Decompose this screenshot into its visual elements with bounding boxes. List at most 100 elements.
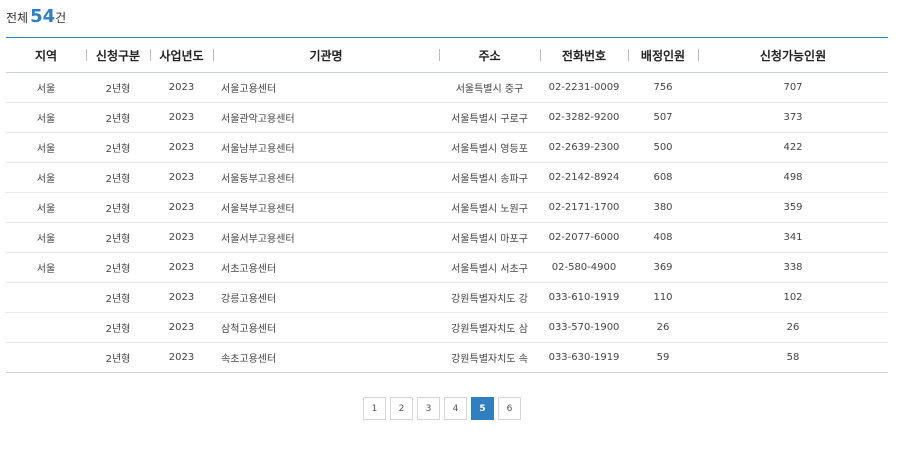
cell-assigned: 756 <box>628 72 698 103</box>
cell-type: 2년형 <box>86 192 150 223</box>
col-header-type: 신청구분 <box>86 38 150 73</box>
cell-type: 2년형 <box>86 162 150 193</box>
cell-region: 서울 <box>6 252 86 283</box>
cell-assigned: 507 <box>628 102 698 133</box>
page-button-4[interactable]: 4 <box>444 397 467 420</box>
cell-region <box>6 282 86 313</box>
results-table: 지역 신청구분 사업년도 기관명 주소 전화번호 배정인원 신청가능인원 서울 … <box>6 37 888 373</box>
cell-phone: 02-2077-6000 <box>540 222 628 253</box>
cell-institution: 서울동부고용센터 <box>213 162 439 193</box>
cell-institution: 삼척고용센터 <box>213 312 439 343</box>
cell-phone: 033-570-1900 <box>540 312 628 343</box>
col-header-year: 사업년도 <box>150 38 213 73</box>
cell-address: 서울특별시 서초구 <box>439 252 540 283</box>
col-header-institution: 기관명 <box>213 38 439 73</box>
cell-institution: 서초고용센터 <box>213 252 439 283</box>
cell-type: 2년형 <box>86 252 150 283</box>
cell-type: 2년형 <box>86 102 150 133</box>
cell-assigned: 26 <box>628 312 698 343</box>
results-panel: 전체 54건 지역 신청구분 사업년도 기관명 주소 전화번호 배정인원 신청가능… <box>0 0 900 449</box>
col-header-region: 지역 <box>34 48 58 63</box>
table-row: 서울 2년형 2023 서초고용센터 서울특별시 서초구 02-580-4900… <box>6 252 888 283</box>
cell-region: 서울 <box>6 102 86 133</box>
table-row: 서울 2년형 2023 서울관악고용센터 서울특별시 구로구 02-3282-9… <box>6 102 888 133</box>
cell-year: 2023 <box>150 252 213 283</box>
cell-assigned: 500 <box>628 132 698 163</box>
cell-address: 서울특별시 구로구 <box>439 102 540 133</box>
page-button-1[interactable]: 1 <box>363 397 386 420</box>
cell-region <box>6 312 86 343</box>
table-row: 2년형 2023 강릉고용센터 강원특별자치도 강 033-610-1919 1… <box>6 282 888 313</box>
cell-available: 498 <box>698 162 888 193</box>
col-header-available: 신청가능인원 <box>698 38 888 73</box>
cell-phone: 02-2171-1700 <box>540 192 628 223</box>
cell-year: 2023 <box>150 312 213 343</box>
col-header-address: 주소 <box>439 38 540 73</box>
cell-year: 2023 <box>150 102 213 133</box>
col-header-phone: 전화번호 <box>540 38 628 73</box>
cell-address: 서울특별시 중구 <box>439 72 540 103</box>
cell-address: 강원특별자치도 삼 <box>439 312 540 343</box>
table-row: 2년형 2023 속초고용센터 강원특별자치도 속 033-630-1919 5… <box>6 342 888 373</box>
page-button-5-current[interactable]: 5 <box>471 397 494 420</box>
cell-assigned: 408 <box>628 222 698 253</box>
table-row: 서울 2년형 2023 서울북부고용센터 서울특별시 노원구 02-2171-1… <box>6 192 888 223</box>
cell-assigned: 110 <box>628 282 698 313</box>
cell-type: 2년형 <box>86 222 150 253</box>
cell-type: 2년형 <box>86 72 150 103</box>
cell-year: 2023 <box>150 162 213 193</box>
cell-available: 26 <box>698 312 888 343</box>
cell-phone: 02-580-4900 <box>540 252 628 283</box>
page-button-6[interactable]: 6 <box>498 397 521 420</box>
cell-phone: 02-2231-0009 <box>540 72 628 103</box>
cell-year: 2023 <box>150 342 213 373</box>
page-button-3[interactable]: 3 <box>417 397 440 420</box>
cell-available: 359 <box>698 192 888 223</box>
cell-assigned: 369 <box>628 252 698 283</box>
cell-institution: 서울남부고용센터 <box>213 132 439 163</box>
total-count-number: 54 <box>30 6 56 27</box>
cell-type: 2년형 <box>86 132 150 163</box>
total-count: 전체 54건 <box>6 6 66 29</box>
table-row: 서울 2년형 2023 서울동부고용센터 서울특별시 송파구 02-2142-8… <box>6 162 888 193</box>
cell-address: 강원특별자치도 속 <box>439 342 540 373</box>
cell-institution: 속초고용센터 <box>213 342 439 373</box>
cell-region: 서울 <box>6 132 86 163</box>
table-row: 서울 2년형 2023 서울고용센터 서울특별시 중구 02-2231-0009… <box>6 72 888 103</box>
cell-phone: 02-2142-8924 <box>540 162 628 193</box>
cell-institution: 서울서부고용센터 <box>213 222 439 253</box>
cell-available: 341 <box>698 222 888 253</box>
cell-phone: 033-610-1919 <box>540 282 628 313</box>
cell-type: 2년형 <box>86 282 150 313</box>
cell-phone: 033-630-1919 <box>540 342 628 373</box>
cell-phone: 02-3282-9200 <box>540 102 628 133</box>
cell-available: 58 <box>698 342 888 373</box>
cell-phone: 02-2639-2300 <box>540 132 628 163</box>
cell-available: 102 <box>698 282 888 313</box>
cell-type: 2년형 <box>86 312 150 343</box>
cell-year: 2023 <box>150 282 213 313</box>
pagination: 1 2 3 4 5 6 <box>363 397 521 420</box>
cell-region <box>6 342 86 373</box>
total-prefix: 전체 <box>6 11 29 25</box>
cell-year: 2023 <box>150 72 213 103</box>
table-row: 서울 2년형 2023 서울남부고용센터 서울특별시 영등포 02-2639-2… <box>6 132 888 163</box>
cell-region: 서울 <box>6 72 86 103</box>
cell-institution: 강릉고용센터 <box>213 282 439 313</box>
cell-assigned: 608 <box>628 162 698 193</box>
cell-region: 서울 <box>6 162 86 193</box>
table-row: 2년형 2023 삼척고용센터 강원특별자치도 삼 033-570-1900 2… <box>6 312 888 343</box>
cell-assigned: 59 <box>628 342 698 373</box>
cell-year: 2023 <box>150 132 213 163</box>
cell-available: 422 <box>698 132 888 163</box>
cell-institution: 서울북부고용센터 <box>213 192 439 223</box>
cell-year: 2023 <box>150 222 213 253</box>
page-button-2[interactable]: 2 <box>390 397 413 420</box>
table-row: 서울 2년형 2023 서울서부고용센터 서울특별시 마포구 02-2077-6… <box>6 222 888 253</box>
col-header-assigned: 배정인원 <box>628 38 698 73</box>
cell-region: 서울 <box>6 192 86 223</box>
cell-address: 서울특별시 송파구 <box>439 162 540 193</box>
cell-available: 373 <box>698 102 888 133</box>
cell-address: 서울특별시 노원구 <box>439 192 540 223</box>
total-count-unit: 건 <box>55 11 67 25</box>
